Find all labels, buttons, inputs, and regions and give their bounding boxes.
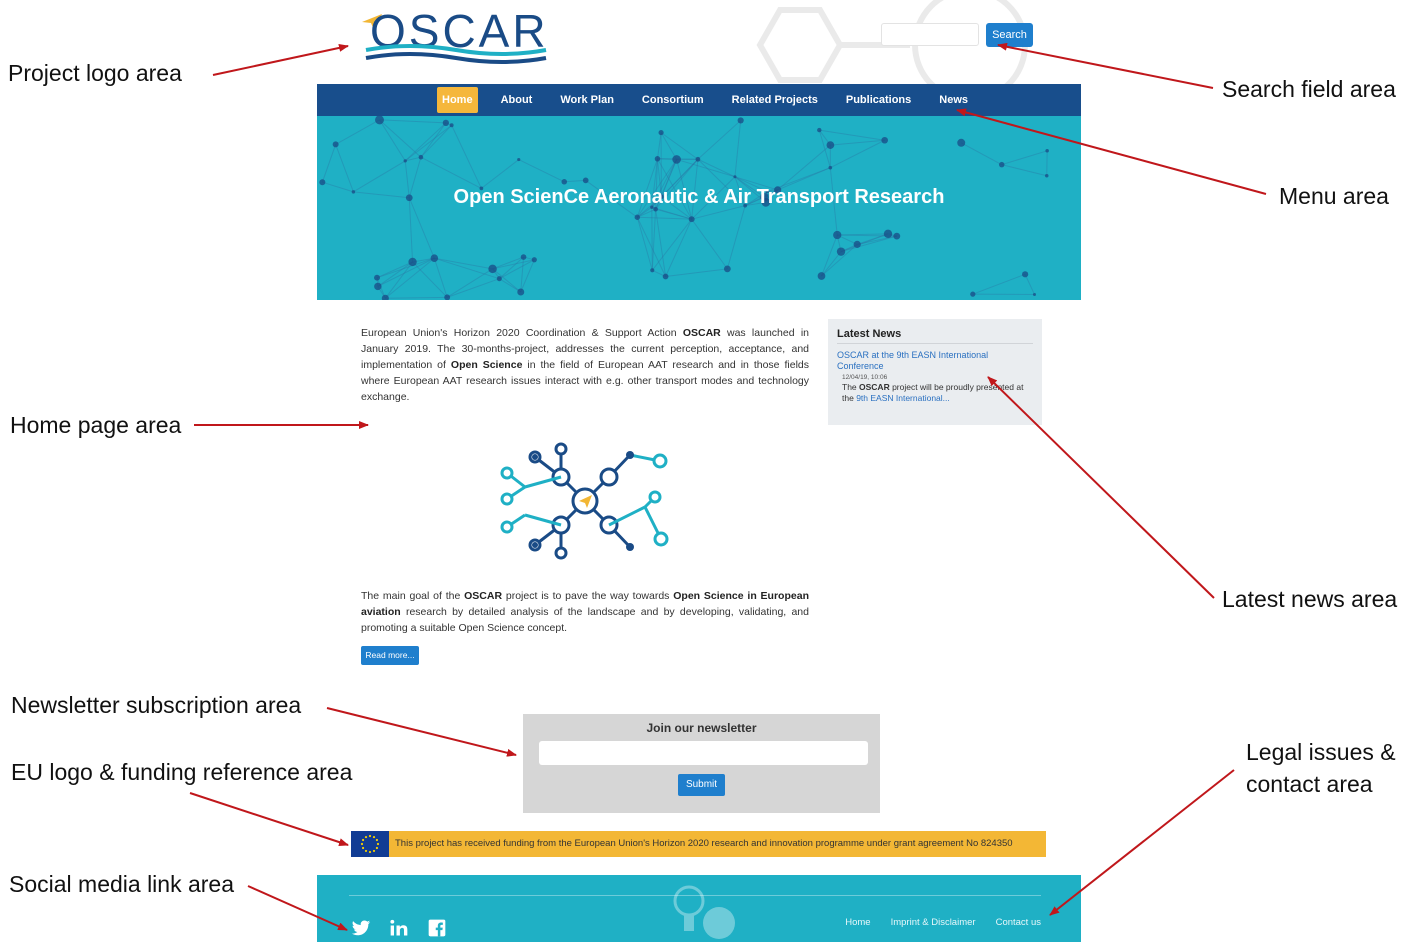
- menu-item-home[interactable]: Home: [437, 87, 478, 113]
- footer-links: Home Imprint & Disclaimer Contact us: [845, 917, 1041, 928]
- read-more-button[interactable]: Read more...: [361, 646, 419, 665]
- footer-link-imprint[interactable]: Imprint & Disclaimer: [891, 917, 976, 928]
- hero-banner: Open ScienCe Aeronautic & Air Transport …: [317, 116, 1081, 300]
- callout-news: Latest news area: [1222, 586, 1398, 612]
- latest-news-panel: Latest News OSCAR at the 9th EASN Intern…: [828, 319, 1042, 425]
- facebook-icon[interactable]: [427, 917, 447, 939]
- goal-text: The main goal of the: [361, 590, 465, 602]
- excerpt-emphasis: OSCAR: [859, 382, 890, 392]
- excerpt-link[interactable]: 9th EASN International...: [856, 393, 950, 403]
- menu-item-consortium[interactable]: Consortium: [628, 87, 718, 113]
- callout-menu: Menu area: [1279, 183, 1389, 209]
- menu-item-related-projects[interactable]: Related Projects: [718, 87, 832, 113]
- arrow-eu: [189, 792, 349, 846]
- news-headline-link[interactable]: OSCAR at the 9th EASN International Conf…: [837, 350, 1032, 372]
- callout-home: Home page area: [10, 412, 182, 438]
- callout-newsletter: Newsletter subscription area: [11, 692, 302, 718]
- newsletter-submit-button[interactable]: Submit: [678, 774, 725, 796]
- newsletter-email-input[interactable]: [539, 741, 868, 765]
- latest-news-title: Latest News: [837, 328, 902, 340]
- goal-text: project is to pave the way towards: [502, 590, 674, 602]
- callout-eu: EU logo & funding reference area: [11, 759, 353, 785]
- news-date: 12/04/19, 10:06: [842, 374, 888, 381]
- intro-paragraph: European Union's Horizon 2020 Coordinati…: [361, 325, 809, 405]
- callout-legal-line1: Legal issues &: [1246, 739, 1396, 765]
- goal-emphasis: OSCAR: [464, 590, 503, 602]
- callout-logo: Project logo area: [8, 60, 182, 86]
- arrow-logo: [212, 43, 349, 76]
- footer: Home Imprint & Disclaimer Contact us: [317, 875, 1081, 942]
- hero-title: Open ScienCe Aeronautic & Air Transport …: [453, 186, 945, 208]
- menu-items: Home About Work Plan Consortium Related Proj…: [437, 84, 982, 116]
- logo-waves: [365, 44, 547, 64]
- callout-legal-line2: contact area: [1246, 771, 1373, 797]
- news-divider: [837, 343, 1033, 344]
- arrow-newsletter: [326, 707, 517, 757]
- callout-social: Social media link area: [9, 871, 235, 897]
- funding-banner: This project has received funding from t…: [351, 831, 1046, 857]
- intro-emphasis: Open Science: [450, 359, 523, 371]
- main-menu: Home About Work Plan Consortium Related Proj…: [317, 84, 1081, 116]
- menu-item-news[interactable]: News: [925, 87, 982, 113]
- footer-bulb-icon: [673, 885, 735, 939]
- newsletter-title: Join our newsletter: [646, 721, 757, 735]
- search-button[interactable]: Search: [986, 23, 1033, 47]
- goal-text: research by detailed analysis of the lan…: [361, 606, 809, 634]
- goal-paragraph: The main goal of the OSCAR project is to…: [361, 588, 809, 636]
- news-excerpt: The OSCAR project will be proudly presen…: [842, 382, 1032, 404]
- excerpt-text: The: [842, 382, 860, 392]
- menu-item-publications[interactable]: Publications: [832, 87, 925, 113]
- menu-item-work-plan[interactable]: Work Plan: [546, 87, 628, 113]
- footer-link-contact[interactable]: Contact us: [996, 917, 1041, 928]
- oscar-logo[interactable]: OSCAR: [360, 6, 550, 64]
- twitter-icon[interactable]: [351, 917, 371, 939]
- funding-text: This project has received funding from t…: [395, 838, 1013, 849]
- linkedin-icon[interactable]: [389, 917, 409, 939]
- eu-flag-icon: [351, 831, 389, 857]
- intro-text: European Union's Horizon 2020 Coordinati…: [361, 327, 683, 339]
- newsletter-box: Join our newsletter Submit: [523, 714, 880, 813]
- menu-item-about[interactable]: About: [487, 87, 547, 113]
- callout-search: Search field area: [1222, 76, 1396, 102]
- network-illustration: [500, 442, 669, 560]
- footer-link-home[interactable]: Home: [845, 917, 870, 928]
- intro-emphasis: OSCAR: [682, 327, 721, 339]
- search-input[interactable]: [881, 23, 979, 46]
